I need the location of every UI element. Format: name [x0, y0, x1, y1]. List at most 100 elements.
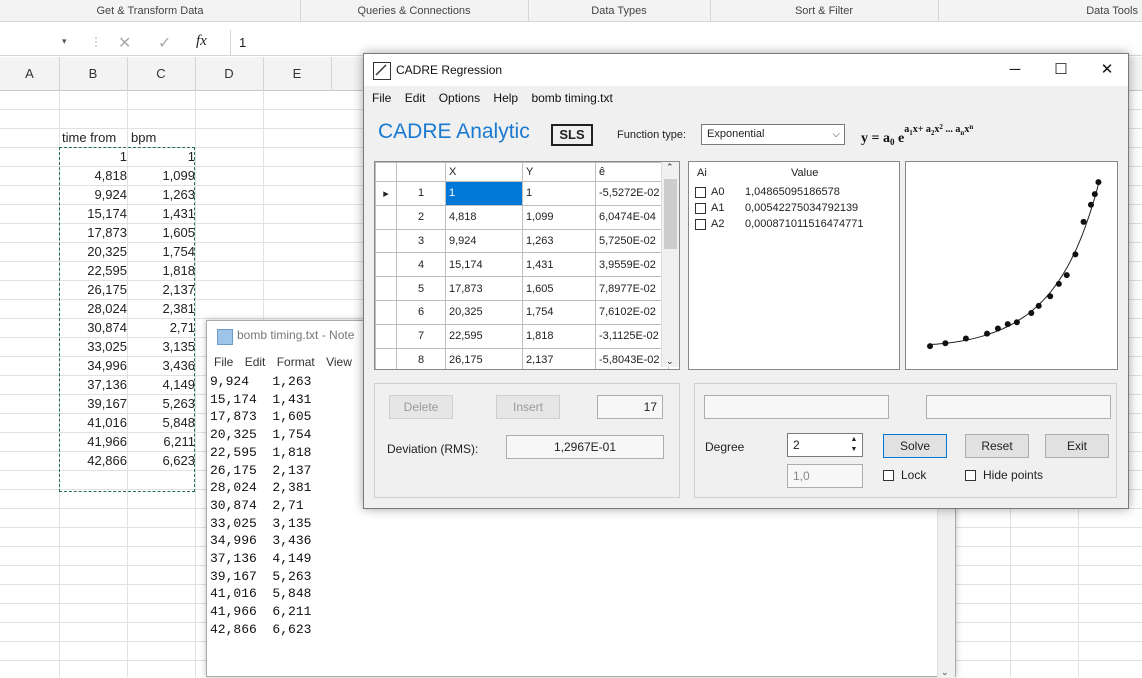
notepad-text-area[interactable]: 9,924 1,263 15,174 1,431 17,873 1,605 20… — [210, 373, 311, 639]
grid-cell-x[interactable]: 9,924 — [445, 228, 523, 254]
row-selector[interactable] — [375, 323, 397, 349]
row-selector[interactable] — [375, 347, 397, 369]
grid-cell-x[interactable]: 26,175 — [445, 347, 523, 369]
coef-a2-checkbox[interactable] — [695, 219, 706, 230]
status-field-left[interactable] — [704, 395, 889, 419]
cancel-icon[interactable]: ✕ — [118, 33, 131, 53]
grid-cell-x[interactable]: 20,325 — [445, 299, 523, 325]
deviation-field[interactable]: 1,2967E-01 — [506, 435, 664, 459]
point-count-field[interactable]: 17 — [597, 395, 663, 419]
grid-cell-e[interactable]: -3,1125E-02 — [595, 323, 669, 349]
row-selector[interactable] — [375, 204, 397, 230]
grid-cell-index[interactable]: 2 — [396, 204, 446, 230]
grid-cell-e[interactable]: 3,9559E-02 — [595, 252, 669, 278]
function-type-select[interactable]: Exponential ⌵ — [701, 124, 845, 145]
grid-cell-x[interactable]: 15,174 — [445, 252, 523, 278]
grid-cell-y[interactable]: 2,137 — [522, 347, 596, 369]
grid-cell-e[interactable]: -5,5272E-02 — [595, 181, 669, 206]
grid-row[interactable]: 8 26,175 2,137 -5,8043E-02 — [375, 347, 669, 369]
grid-row[interactable]: 4 15,174 1,431 3,9559E-02 — [375, 252, 669, 278]
insert-button[interactable]: Insert — [496, 395, 560, 419]
grid-scroll-thumb[interactable] — [664, 179, 677, 249]
grid-row[interactable]: 7 22,595 1,818 -3,1125E-02 — [375, 323, 669, 349]
insert-function-icon[interactable]: fx — [196, 33, 207, 50]
grid-row[interactable]: 2 4,818 1,099 6,0474E-04 — [375, 204, 669, 230]
coef-a0-checkbox[interactable] — [695, 187, 706, 198]
coef-a1-checkbox[interactable] — [695, 203, 706, 214]
scroll-down-icon[interactable]: ⌄ — [666, 356, 674, 367]
grid-cell-e[interactable]: 7,8977E-02 — [595, 276, 669, 301]
solve-button[interactable]: Solve — [883, 434, 947, 458]
notepad-menu-view[interactable]: View — [326, 355, 352, 369]
column-header-e[interactable]: E — [263, 57, 332, 91]
ribbon-group-queries[interactable]: Queries & Connections — [300, 0, 529, 22]
ribbon-group-sort-filter[interactable]: Sort & Filter — [710, 0, 939, 22]
grid-cell-y[interactable]: 1,263 — [522, 228, 596, 254]
ribbon-group-data-types[interactable]: Data Types — [528, 0, 711, 22]
grid-cell-y[interactable]: 1,431 — [522, 252, 596, 278]
grid-cell-x[interactable]: 4,818 — [445, 204, 523, 230]
grid-row[interactable]: 3 9,924 1,263 5,7250E-02 — [375, 228, 669, 254]
grid-scrollbar[interactable]: ⌃ ⌄ — [661, 162, 679, 367]
status-field-right[interactable] — [926, 395, 1111, 419]
cell-b-header[interactable]: time from — [62, 128, 116, 147]
cadre-menu-options[interactable]: Options — [439, 91, 480, 105]
scroll-up-icon[interactable]: ⌃ — [666, 162, 674, 173]
grid-cell-index[interactable]: 4 — [396, 252, 446, 278]
degree-spinner[interactable]: 2 ▲ ▼ — [787, 433, 863, 457]
row-selector[interactable] — [375, 276, 397, 301]
grid-cell-index[interactable]: 3 — [396, 228, 446, 254]
grid-cell-x[interactable]: 22,595 — [445, 323, 523, 349]
current-row-indicator-icon[interactable]: ▸ — [375, 181, 397, 206]
notepad-menu-format[interactable]: Format — [277, 355, 315, 369]
hide-points-checkbox[interactable] — [965, 470, 976, 481]
grid-cell-y[interactable]: 1,099 — [522, 204, 596, 230]
reset-button[interactable]: Reset — [965, 434, 1029, 458]
lock-checkbox[interactable] — [883, 470, 894, 481]
row-selector[interactable] — [375, 228, 397, 254]
exit-button[interactable]: Exit — [1045, 434, 1109, 458]
grid-header-y[interactable]: Y — [522, 162, 596, 182]
notepad-menu-file[interactable]: File — [214, 355, 233, 369]
cell-c-header[interactable]: bpm — [131, 128, 156, 147]
maximize-button[interactable]: ☐ — [1038, 54, 1084, 86]
sls-badge[interactable]: SLS — [551, 124, 593, 146]
cadre-menu-filename[interactable]: bomb timing.txt — [531, 91, 612, 105]
close-button[interactable]: ✕ — [1084, 54, 1130, 86]
grid-cell-index[interactable]: 1 — [396, 181, 446, 206]
ribbon-group-data-tools[interactable]: Data Tools — [938, 0, 1142, 22]
column-header-c[interactable]: C — [127, 57, 196, 91]
notepad-menu-edit[interactable]: Edit — [245, 355, 266, 369]
column-header-b[interactable]: B — [59, 57, 128, 91]
data-grid[interactable]: X Y ê ▸ 1 1 1 -5,5272E-02 2 4,818 1,099 6,0474E-… — [374, 161, 680, 370]
grid-header-e[interactable]: ê — [595, 162, 669, 182]
grid-row[interactable]: 6 20,325 1,754 7,6102E-02 — [375, 299, 669, 325]
row-selector[interactable] — [375, 252, 397, 278]
enter-icon[interactable]: ✓ — [158, 33, 171, 53]
grid-cell-index[interactable]: 8 — [396, 347, 446, 369]
grid-header-x[interactable]: X — [445, 162, 523, 182]
grid-cell-e[interactable]: -5,8043E-02 — [595, 347, 669, 369]
grid-cell-e[interactable]: 6,0474E-04 — [595, 204, 669, 230]
grid-cell-index[interactable]: 5 — [396, 276, 446, 301]
cadre-menu-help[interactable]: Help — [493, 91, 518, 105]
ribbon-group-get-transform[interactable]: Get & Transform Data — [0, 0, 301, 22]
delete-button[interactable]: Delete — [389, 395, 453, 419]
grid-cell-index[interactable]: 7 — [396, 323, 446, 349]
grid-cell-x[interactable]: 17,873 — [445, 276, 523, 301]
secondary-field[interactable]: 1,0 — [787, 464, 863, 488]
grid-cell-index[interactable]: 6 — [396, 299, 446, 325]
grid-cell-y[interactable]: 1,605 — [522, 276, 596, 301]
grid-row[interactable]: 5 17,873 1,605 7,8977E-02 — [375, 276, 669, 301]
row-selector[interactable] — [375, 299, 397, 325]
grid-cell-y[interactable]: 1,818 — [522, 323, 596, 349]
cadre-menu-edit[interactable]: Edit — [405, 91, 426, 105]
scroll-down-icon[interactable]: ⌄ — [941, 667, 949, 678]
spinner-arrows-icon[interactable]: ▲ ▼ — [848, 435, 860, 455]
cadre-title-bar[interactable]: CADRE Regression ─ ☐ ✕ — [364, 54, 1128, 86]
grid-cell-e[interactable]: 7,6102E-02 — [595, 299, 669, 325]
minimize-button[interactable]: ─ — [992, 54, 1038, 86]
grid-cell-e[interactable]: 5,7250E-02 — [595, 228, 669, 254]
name-box[interactable]: ▾ — [0, 32, 80, 54]
name-box-dropdown-icon[interactable]: ▾ — [62, 36, 67, 47]
